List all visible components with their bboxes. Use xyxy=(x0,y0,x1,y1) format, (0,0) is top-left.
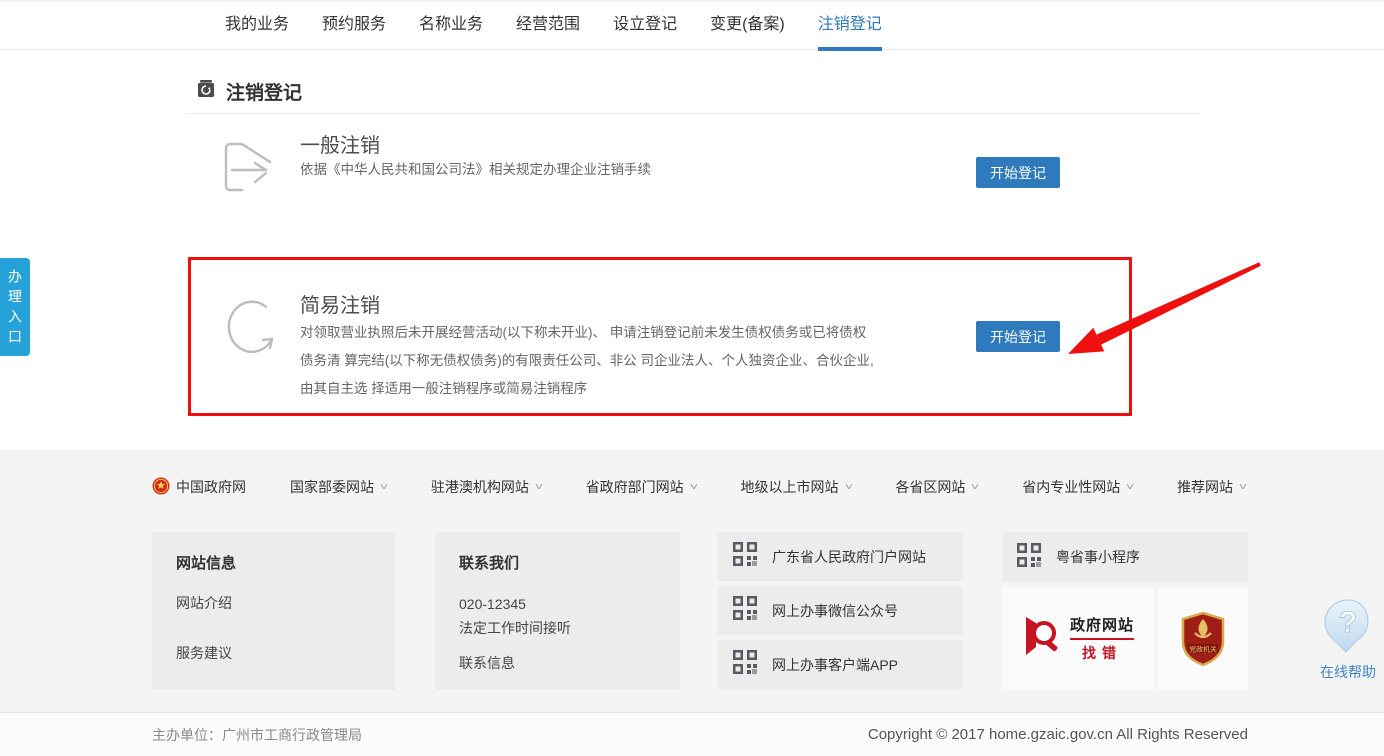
chevron-down-icon: ˅ xyxy=(535,482,543,493)
error-report-line2: 找错 xyxy=(1082,643,1122,663)
magnifier-flag-icon xyxy=(1022,613,1062,664)
processing-entry-tab[interactable]: 办理入口 xyxy=(0,258,30,356)
qr-code-icon xyxy=(1016,542,1042,573)
site-info-box: 网站信息 网站介绍 服务建议 xyxy=(152,532,395,690)
contact-phone-note: 法定工作时间接听 xyxy=(459,617,656,639)
site-intro-link[interactable]: 网站介绍 xyxy=(176,593,371,613)
divider xyxy=(185,113,1200,114)
section-header: 注销登记 xyxy=(196,78,302,105)
tab-appointment-service[interactable]: 预约服务 xyxy=(322,1,386,51)
chevron-down-icon: ˅ xyxy=(1239,482,1247,493)
qr-label: 网上办事客户端APP xyxy=(772,655,898,675)
footer-link-city-sites[interactable]: 地级以上市网站 ˅ xyxy=(719,477,874,497)
question-balloon-icon: ? xyxy=(1322,598,1374,656)
svg-text:党政机关: 党政机关 xyxy=(1189,644,1217,653)
online-help[interactable]: ? 在线帮助 xyxy=(1318,598,1378,682)
service-suggestion-link[interactable]: 服务建议 xyxy=(176,643,371,663)
footer-link-hkmo-agencies[interactable]: 驻港澳机构网站 ˅ xyxy=(409,477,564,497)
footer-link-professional-sites[interactable]: 省内专业性网站 ˅ xyxy=(1000,477,1155,497)
tab-business-scope[interactable]: 经营范围 xyxy=(516,1,580,51)
bottom-bar: 主办单位：广州市工商行政管理局 Copyright © 2017 home.gz… xyxy=(0,712,1384,756)
footer-link-label: 推荐网站 xyxy=(1177,477,1233,497)
host-organization: 主办单位：广州市工商行政管理局 xyxy=(152,725,362,745)
qr-link-gd-gov-portal[interactable]: 广东省人民政府门户网站 xyxy=(718,532,963,581)
gov-site-error-report-badge[interactable]: 政府网站 找错 xyxy=(1002,587,1154,690)
footer-link-province-sites[interactable]: 各省区网站 ˅ xyxy=(873,477,1000,497)
trash-bin-icon xyxy=(196,79,216,104)
document-export-icon xyxy=(217,136,279,203)
start-registration-button-simple[interactable]: 开始登记 xyxy=(976,321,1060,352)
site-info-title: 网站信息 xyxy=(176,552,371,573)
svg-text:?: ? xyxy=(1339,606,1357,639)
page-title: 注销登记 xyxy=(226,78,302,105)
service-title-simple: 简易注销 xyxy=(300,289,380,318)
service-desc-simple: 对领取营业执照后未开展经营活动(以下称未开业)、 申请注销登记前未发生债权债务或… xyxy=(300,319,878,403)
service-desc-general: 依据《中华人民共和国公司法》相关规定办理企业注销手续 xyxy=(300,160,920,180)
tab-establishment-registration[interactable]: 设立登记 xyxy=(613,1,677,51)
tab-name-business[interactable]: 名称业务 xyxy=(419,1,483,51)
qr-code-icon xyxy=(732,649,758,680)
footer-link-label: 中国政府网 xyxy=(176,477,246,497)
contact-phone: 020-12345 xyxy=(459,593,656,615)
error-report-text: 政府网站 找错 xyxy=(1070,614,1134,663)
qr-link-wechat-account[interactable]: 网上办事微信公众号 xyxy=(718,586,963,635)
qr-code-icon xyxy=(732,541,758,572)
qr-link-client-app[interactable]: 网上办事客户端APP xyxy=(718,640,963,689)
copyright: Copyright © 2017 home.gzaic.gov.cn All R… xyxy=(868,726,1248,743)
footer-link-label: 国家部委网站 xyxy=(290,477,374,497)
footer-link-provincial-depts[interactable]: 省政府部门网站 ˅ xyxy=(564,477,719,497)
shield-icon: 党政机关 xyxy=(1180,611,1226,667)
tab-deregistration[interactable]: 注销登记 xyxy=(818,1,882,51)
contact-box: 联系我们 020-12345 法定工作时间接听 联系信息 xyxy=(435,532,680,690)
contact-title: 联系我们 xyxy=(459,552,656,573)
start-registration-button-general[interactable]: 开始登记 xyxy=(976,157,1060,188)
chevron-down-icon: ˅ xyxy=(1126,482,1134,493)
chevron-down-icon: ˅ xyxy=(690,482,698,493)
party-gov-emblem-badge[interactable]: 党政机关 xyxy=(1158,587,1248,690)
footer-link-ministries[interactable]: 国家部委网站 ˅ xyxy=(268,477,409,497)
qr-label: 广东省人民政府门户网站 xyxy=(772,547,926,567)
deregistration-page: 我的业务 预约服务 名称业务 经营范围 设立登记 变更(备案) 注销登记 注销登… xyxy=(0,0,1384,756)
footer-link-label: 省政府部门网站 xyxy=(586,477,684,497)
chevron-down-icon: ˅ xyxy=(380,482,388,493)
tab-change-record[interactable]: 变更(备案) xyxy=(710,1,785,51)
footer-link-recommended-sites[interactable]: 推荐网站 ˅ xyxy=(1155,477,1268,497)
footer-link-label: 地级以上市网站 xyxy=(741,477,839,497)
footer-link-china-gov[interactable]: 中国政府网 xyxy=(152,477,268,498)
footer-link-label: 省内专业性网站 xyxy=(1022,477,1120,497)
national-emblem-icon xyxy=(152,477,170,498)
chevron-down-icon: ˅ xyxy=(844,482,852,493)
qr-link-mini-program[interactable]: 粤省事小程序 xyxy=(1002,532,1248,582)
tab-my-business[interactable]: 我的业务 xyxy=(225,1,289,51)
chevron-down-icon: ˅ xyxy=(971,482,979,493)
footer: 中国政府网 国家部委网站 ˅ 驻港澳机构网站 ˅ 省政府部门网站 ˅ 地级以上市网站 ˅… xyxy=(0,450,1384,712)
top-nav: 我的业务 预约服务 名称业务 经营范围 设立登记 变更(备案) 注销登记 xyxy=(0,0,1384,50)
error-report-line1: 政府网站 xyxy=(1070,614,1134,640)
annotation-arrow-icon xyxy=(1030,252,1290,372)
footer-link-label: 驻港澳机构网站 xyxy=(431,477,529,497)
service-title-general: 一般注销 xyxy=(300,129,380,158)
online-help-label: 在线帮助 xyxy=(1320,662,1376,682)
qr-code-icon xyxy=(732,595,758,626)
host-label: 主办单位： xyxy=(152,727,222,743)
footer-link-bar: 中国政府网 国家部委网站 ˅ 驻港澳机构网站 ˅ 省政府部门网站 ˅ 地级以上市网站 ˅… xyxy=(152,472,1252,502)
qr-label: 网上办事微信公众号 xyxy=(772,601,898,621)
contact-info-link[interactable]: 联系信息 xyxy=(459,653,656,673)
qr-label: 粤省事小程序 xyxy=(1056,547,1140,567)
refresh-icon xyxy=(226,297,284,364)
host-value: 广州市工商行政管理局 xyxy=(222,727,362,743)
footer-link-label: 各省区网站 xyxy=(895,477,965,497)
